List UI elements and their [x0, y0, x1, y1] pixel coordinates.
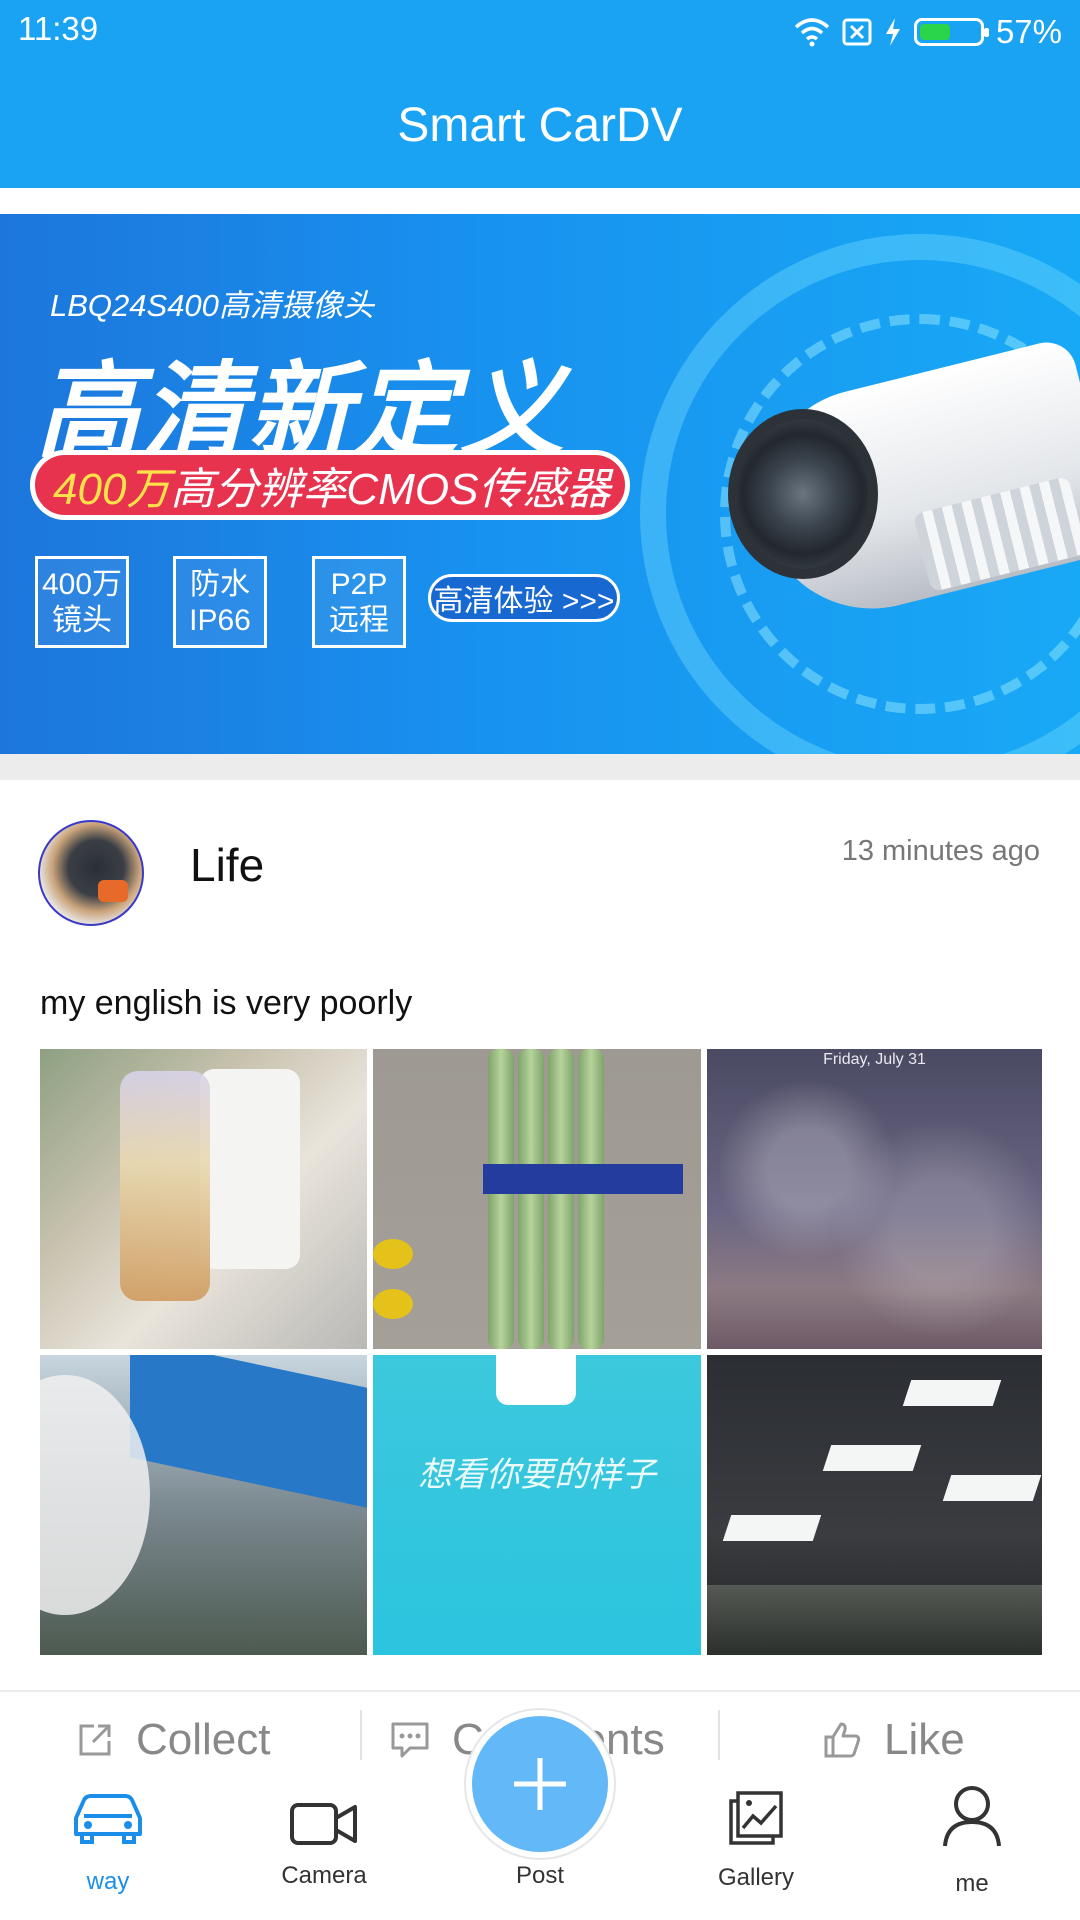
photo-thumbnail[interactable]: 想看你要的样子: [373, 1355, 701, 1655]
collect-label: Collect: [136, 1715, 271, 1764]
like-label: Like: [884, 1715, 965, 1764]
photo-detail: [942, 1475, 1042, 1501]
no-sim-icon: [842, 18, 872, 46]
feature-line: P2P: [330, 568, 388, 601]
feature-line: IP66: [189, 604, 251, 637]
status-bar: 11:39 57%: [0, 0, 1080, 64]
post-text: my english is very poorly: [40, 984, 413, 1022]
thumbs-up-icon: [824, 1722, 861, 1758]
photo-detail: [373, 1239, 413, 1269]
feature-line: 镜头: [52, 604, 112, 637]
photo-detail: [120, 1071, 210, 1301]
banner-tagline-text: 高分辨率CMOS传感器: [170, 465, 611, 514]
tab-me[interactable]: me: [892, 1760, 1052, 1920]
share-external-icon: [79, 1724, 111, 1756]
feature-badge: P2P 远程: [312, 556, 406, 648]
photo-caption: Friday, July 31: [823, 1051, 926, 1068]
status-time: 11:39: [18, 10, 99, 47]
comment-icon: [391, 1722, 429, 1758]
car-icon: [74, 1794, 142, 1844]
feature-line: 远程: [329, 604, 389, 637]
post-author[interactable]: Life: [190, 838, 264, 892]
promo-banner[interactable]: LBQ24S400高清摄像头 高清新定义 400万 高分辨率CMOS传感器 400…: [0, 214, 1080, 754]
video-camera-icon: [290, 1803, 357, 1845]
photo-detail: [722, 1515, 822, 1541]
photo-detail: [496, 1355, 576, 1405]
new-post-button[interactable]: [472, 1716, 608, 1852]
avatar-detail: [98, 880, 128, 902]
gallery-icon: [729, 1791, 783, 1845]
photo-caption: 想看你要的样子: [418, 1455, 656, 1495]
action-separator: [718, 1710, 720, 1766]
camera-lens: [728, 409, 878, 579]
photo-detail: [488, 1049, 514, 1349]
section-divider: [0, 754, 1080, 780]
photo-detail: [902, 1380, 1002, 1406]
charging-icon: [885, 18, 900, 46]
tab-camera[interactable]: Camera: [244, 1760, 404, 1920]
security-camera-image: [710, 336, 1080, 632]
banner-tagline-highlight: 400万: [53, 465, 171, 514]
feature-line: 400万: [41, 568, 123, 601]
status-icons: 57%: [794, 10, 1062, 54]
battery-icon: [913, 18, 989, 46]
tab-gallery[interactable]: Gallery: [676, 1760, 836, 1920]
tab-label: Gallery: [717, 1864, 795, 1891]
photo-detail: [130, 1355, 367, 1513]
user-icon: [943, 1786, 1001, 1847]
photo-detail: [373, 1289, 413, 1319]
photo-detail: [548, 1049, 574, 1349]
photo-thumbnail[interactable]: Friday, July 31: [707, 1049, 1042, 1349]
photo-detail: [822, 1445, 922, 1471]
plus-icon: [514, 1758, 566, 1810]
photo-grid: Friday, July 31 想看你要的样子: [40, 1049, 1042, 1655]
photo-thumbnail[interactable]: [40, 1355, 367, 1655]
photo-detail: [707, 1585, 1042, 1655]
app-title: Smart CarDV: [397, 99, 683, 152]
photo-detail: [483, 1164, 683, 1194]
wifi-icon: [794, 18, 830, 47]
tab-label: way: [86, 1868, 130, 1895]
avatar[interactable]: [38, 820, 144, 926]
feature-line: 防水: [190, 568, 250, 601]
photo-detail: [707, 1049, 1042, 1349]
app-header: 11:39 57% Smart CarDV: [0, 0, 1080, 188]
action-separator: [360, 1710, 362, 1766]
photo-thumbnail[interactable]: [40, 1049, 367, 1349]
photo-thumbnail[interactable]: [707, 1355, 1042, 1655]
photo-thumbnail[interactable]: [373, 1049, 701, 1349]
battery-percent: 57%: [995, 13, 1062, 50]
post-timestamp: 13 minutes ago: [841, 835, 1040, 867]
banner-tagline: 400万 高分辨率CMOS传感器: [30, 450, 630, 520]
feature-badge: 400万 镜头: [35, 556, 129, 648]
feature-badge: 防水 IP66: [173, 556, 267, 648]
tab-way[interactable]: way: [28, 1760, 188, 1920]
tab-label: me: [955, 1870, 989, 1897]
photo-detail: [200, 1069, 300, 1269]
battery-level: [919, 24, 951, 40]
tab-label: Post: [515, 1862, 565, 1889]
tab-label: Camera: [281, 1862, 367, 1889]
banner-subtitle: LBQ24S400高清摄像头: [50, 288, 374, 323]
photo-detail: [578, 1049, 604, 1349]
photo-detail: [518, 1049, 544, 1349]
banner-cta-button[interactable]: 高清体验 >>>: [428, 574, 620, 622]
